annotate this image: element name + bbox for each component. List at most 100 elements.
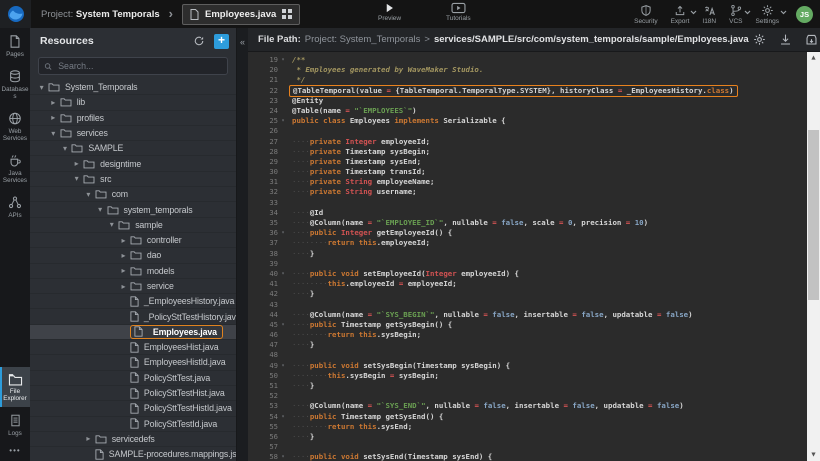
- caret-down-icon[interactable]: [780, 10, 787, 15]
- tree-item[interactable]: ▾src: [30, 172, 236, 187]
- scroll-up-icon[interactable]: ▲: [807, 52, 820, 64]
- line-number: 26: [248, 126, 278, 136]
- scroll-down-icon[interactable]: ▼: [807, 449, 820, 461]
- tree-item[interactable]: ▾ SAMPLE: [30, 141, 236, 156]
- expander-icon[interactable]: ▾: [58, 144, 71, 153]
- refresh-icon[interactable]: [193, 35, 205, 47]
- expander-icon[interactable]: ▾: [105, 220, 118, 229]
- line-number: 43: [248, 300, 278, 310]
- tree-item[interactable]: ▾com: [30, 187, 236, 202]
- fold-marker-icon[interactable]: ▾: [278, 55, 288, 65]
- expander-icon[interactable]: ▾: [82, 190, 95, 199]
- tree-item-label: service: [147, 281, 174, 291]
- tree-item[interactable]: ▸controller: [30, 233, 236, 248]
- tree-item[interactable]: ▾System_Temporals: [30, 80, 236, 95]
- tree-item-label: system_temporals: [124, 205, 193, 215]
- fold-marker-icon[interactable]: ▾: [278, 320, 288, 330]
- add-resource-button[interactable]: +: [214, 34, 229, 49]
- expander-icon[interactable]: ▸: [70, 159, 83, 168]
- tree-item[interactable]: PolicySttTestId.java: [30, 417, 236, 432]
- search-input[interactable]: [56, 60, 222, 72]
- expander-icon[interactable]: ▾: [94, 205, 107, 214]
- tree-item[interactable]: _EmployeesHistory.java: [30, 294, 236, 309]
- vcs-button[interactable]: VCS: [729, 4, 742, 25]
- sidebar-item-databases[interactable]: Databases: [0, 63, 30, 105]
- expander-icon[interactable]: ▸: [117, 266, 130, 275]
- tree-item-label: models: [147, 266, 174, 276]
- tree-item[interactable]: EmployeesHistId.java: [30, 355, 236, 370]
- tree-item[interactable]: EmployeesHist.java: [30, 340, 236, 355]
- fold-marker-icon[interactable]: ▾: [278, 361, 288, 371]
- tree-item[interactable]: ▸ models: [30, 264, 236, 279]
- tree-item[interactable]: PolicySttTest.java: [30, 371, 236, 386]
- grid-icon[interactable]: [282, 9, 292, 19]
- expander-icon[interactable]: ▾: [47, 129, 60, 138]
- expander-icon[interactable]: ▸: [47, 98, 60, 107]
- app-logo[interactable]: [0, 0, 31, 28]
- sidebar-item-logs[interactable]: Logs: [0, 407, 30, 442]
- fold-marker-icon[interactable]: ▾: [278, 116, 288, 126]
- settings-button[interactable]: Settings: [756, 4, 780, 25]
- tree-item[interactable]: ▸lib: [30, 95, 236, 110]
- code-editor[interactable]: 19▾/**20 * Employees generated by WaveMa…: [248, 52, 820, 461]
- preview-button[interactable]: Preview: [378, 2, 401, 22]
- sidebar-item-pages[interactable]: Pages: [0, 28, 30, 63]
- tree-item[interactable]: ▾sample: [30, 218, 236, 233]
- security-button[interactable]: Security: [634, 4, 657, 25]
- download-icon[interactable]: [779, 33, 792, 46]
- user-avatar[interactable]: JS: [796, 6, 813, 23]
- sidebar-more-icon[interactable]: •••: [0, 442, 30, 461]
- tree-item[interactable]: ▸dao: [30, 248, 236, 263]
- tree-item-label: SAMPLE: [88, 143, 123, 153]
- tree-item[interactable]: SAMPLE-procedures.mappings.json: [30, 447, 236, 461]
- code-line: 19▾/**: [248, 55, 820, 65]
- expander-icon[interactable]: ▸: [82, 434, 95, 443]
- fold-marker-icon[interactable]: ▾: [278, 412, 288, 422]
- fold-marker-icon[interactable]: ▾: [278, 269, 288, 279]
- line-number: 21: [248, 75, 278, 85]
- tree-item[interactable]: Employees.java: [30, 325, 236, 340]
- editor-scrollbar[interactable]: ▲ ▼: [807, 52, 820, 461]
- tree-item[interactable]: ▸ designtime: [30, 156, 236, 171]
- expander-icon[interactable]: ▸: [117, 282, 130, 291]
- tree-item-label: designtime: [100, 159, 141, 169]
- tree-item[interactable]: ▸profiles: [30, 111, 236, 126]
- tree-item[interactable]: _PolicySttTestHistory.java: [30, 309, 236, 324]
- sidebar-item-java-services[interactable]: Java Services: [0, 147, 30, 189]
- tree-item[interactable]: ▾services: [30, 126, 236, 141]
- sidebar-item-label: Databases: [0, 86, 30, 100]
- tree-item[interactable]: ▾ system_temporals: [30, 202, 236, 217]
- i18n-button[interactable]: I18N: [702, 4, 716, 25]
- caret-down-icon[interactable]: [690, 10, 697, 15]
- expander-icon[interactable]: ▸: [117, 236, 130, 245]
- line-number: 53: [248, 401, 278, 411]
- expander-icon[interactable]: ▸: [47, 113, 60, 122]
- expander-icon[interactable]: ▸: [117, 251, 130, 260]
- sidebar-item-apis[interactable]: APIs: [0, 189, 30, 224]
- tutorials-button[interactable]: Tutorials: [446, 2, 471, 22]
- open-file-tab[interactable]: Employees.java: [182, 4, 300, 25]
- caret-down-icon[interactable]: [744, 10, 751, 15]
- scrollbar-thumb[interactable]: [808, 130, 819, 300]
- resources-panel: Resources + ▾System_Temporals▸lib▸profil…: [30, 28, 237, 461]
- tree-item-label: PolicySttTestHistId.java: [144, 403, 232, 413]
- line-number: 55: [248, 422, 278, 432]
- tree-item[interactable]: PolicySttTestHist.java: [30, 386, 236, 401]
- fold-marker-icon[interactable]: ▾: [278, 452, 288, 461]
- tree-item[interactable]: PolicySttTestHistId.java: [30, 401, 236, 416]
- file-icon: [130, 342, 139, 353]
- collapse-panel-icon[interactable]: «: [237, 36, 248, 48]
- resource-search[interactable]: [38, 57, 228, 75]
- settings-gear-icon[interactable]: [753, 33, 766, 46]
- export-button[interactable]: Export: [671, 4, 690, 25]
- fold-marker-icon[interactable]: ▾: [278, 228, 288, 238]
- tree-item[interactable]: ▸ service: [30, 279, 236, 294]
- save-icon[interactable]: [805, 33, 818, 46]
- tree-item[interactable]: ▸servicedefs: [30, 432, 236, 447]
- line-number: 45: [248, 320, 278, 330]
- line-number: 20: [248, 65, 278, 75]
- expander-icon[interactable]: ▾: [35, 83, 48, 92]
- sidebar-item-file-explorer[interactable]: File Explorer: [0, 367, 30, 407]
- sidebar-item-web-services[interactable]: Web Services: [0, 105, 30, 147]
- expander-icon[interactable]: ▾: [70, 174, 83, 183]
